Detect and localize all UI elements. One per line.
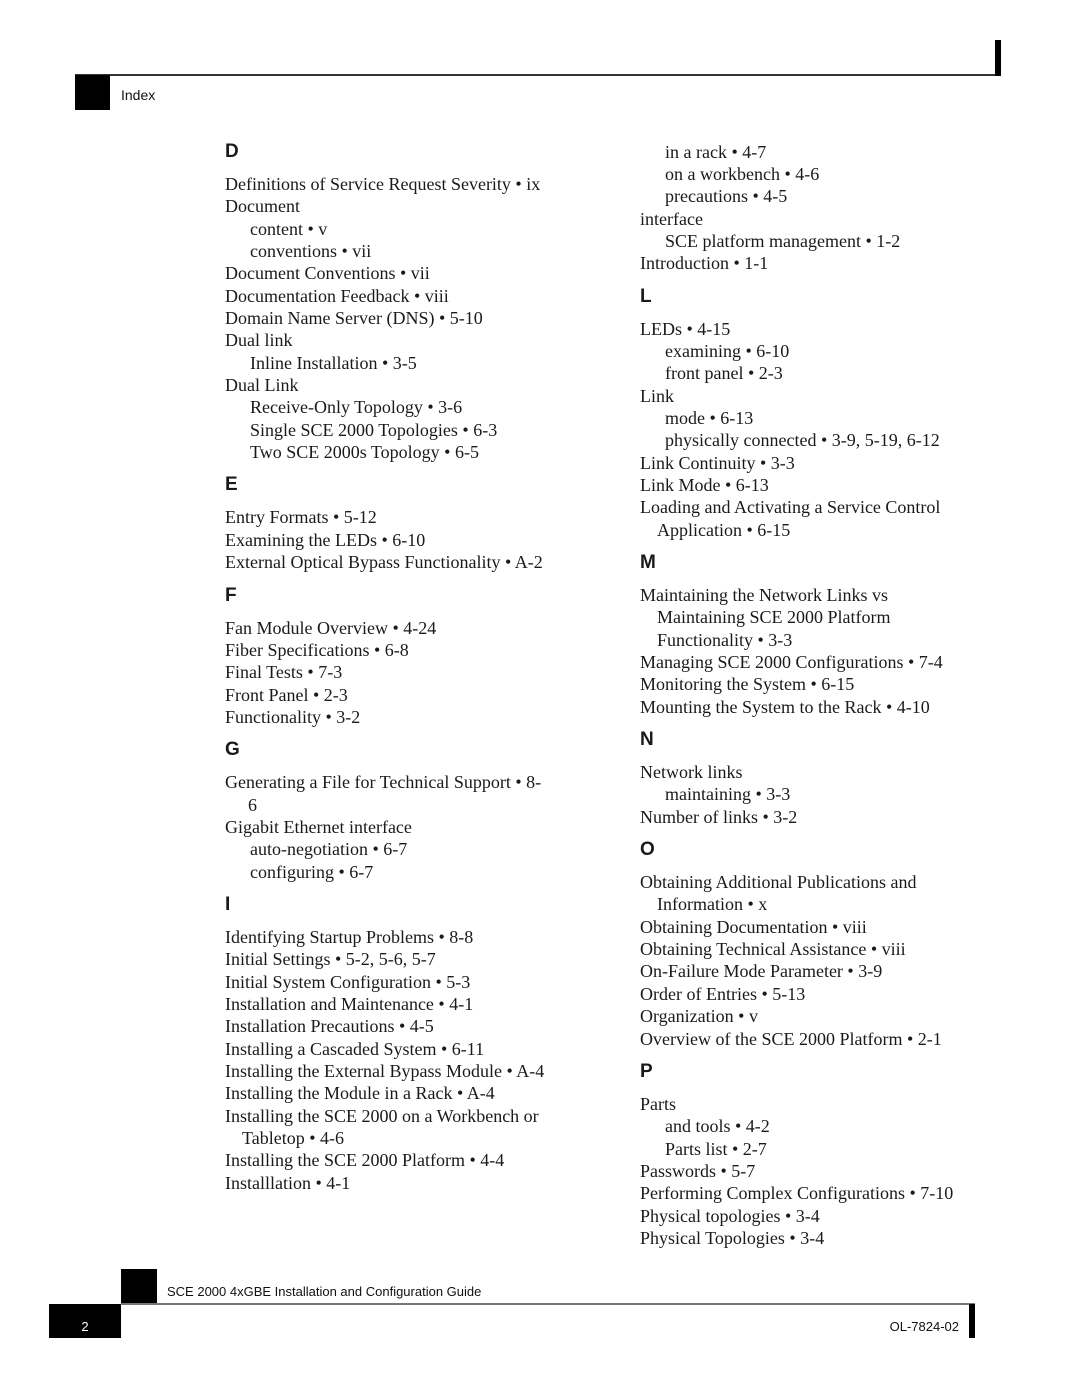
index-entry: Fiber Specifications • 6-8 [225, 639, 409, 660]
index-entry: Entry Formats • 5-12 [225, 507, 377, 528]
index-entry: Obtaining Technical Assistance • viii [640, 939, 906, 960]
index-entry: Obtaining Documentation • viii [640, 916, 867, 937]
footer-marker-upper [121, 1269, 157, 1305]
index-letter-heading: E [225, 474, 238, 496]
index-entry: Order of Entries • 5-13 [640, 983, 806, 1004]
index-subentry: on a workbench • 4-6 [665, 163, 820, 184]
index-letter-heading: L [640, 285, 652, 307]
index-letter-heading: P [640, 1060, 653, 1082]
index-subentry: front panel • 2-3 [665, 363, 783, 384]
index-subentry: Receive-Only Topology • 3-6 [250, 397, 463, 418]
index-subentry: auto-negotiation • 6-7 [250, 839, 408, 860]
index-entry: Gigabit Ethernet interface [225, 816, 412, 837]
index-letter-heading: F [225, 584, 237, 606]
index-letter-heading: M [640, 552, 656, 573]
index-entry: Obtaining Additional Publications and Inf… [640, 872, 917, 915]
index-entry: Documentation Feedback • viii [225, 285, 449, 306]
index-entry: Domain Name Server (DNS) • 5-10 [225, 308, 483, 329]
index-entry: Examining the LEDs • 6-10 [225, 529, 426, 550]
header-edge-bar [995, 40, 1001, 76]
index-entry: Installing the External Bypass Module • … [225, 1061, 545, 1081]
index-subentry: in a rack • 4-7 [665, 141, 767, 162]
header-section-label: Index [121, 87, 156, 103]
index-column-left: D Definitions of Service Request Severity… [225, 140, 605, 1194]
index-subentry: precautions • 4-5 [665, 186, 788, 207]
index-entry: Overview of the SCE 2000 Platform • 2-1 [640, 1028, 942, 1049]
index-entry: interface [640, 208, 703, 229]
index-subentry: and tools • 4-2 [665, 1116, 770, 1137]
index-entry: Loading and Activating a Service Control… [640, 497, 941, 540]
index-entry: Definitions of Service Request Severity … [225, 174, 541, 194]
footer-guide-title: SCE 2000 4xGBE Installation and Configur… [167, 1284, 482, 1299]
index-entry: Network links [640, 762, 743, 783]
index-entry: Initial System Configuration • 5-3 [225, 971, 471, 992]
index-entry: Installation Precautions • 4-5 [225, 1016, 434, 1037]
index-subentry: examining • 6-10 [665, 340, 790, 361]
index-entry: Installing the Module in a Rack • A-4 [225, 1083, 495, 1104]
index-entry: Identifying Startup Problems • 8-8 [225, 926, 474, 947]
index-entry: Document [225, 196, 300, 217]
index-entry: Introduction • 1-1 [640, 253, 769, 274]
index-entry: External Optical Bypass Functionality • … [225, 552, 543, 573]
index-entry: Number of links • 3-2 [640, 806, 798, 827]
index-entry: Installing the SCE 2000 on a Workbench o… [225, 1105, 539, 1149]
index-entry: Organization • v [640, 1006, 758, 1027]
header-rule [75, 74, 1001, 76]
footer-page-number: 2 [81, 1319, 89, 1334]
index-entry: Passwords • 5-7 [640, 1160, 756, 1181]
index-letter-heading: O [640, 839, 655, 861]
index-subentry: mode • 6-13 [665, 407, 754, 428]
index-letter-heading: D [225, 141, 239, 162]
index-subentry: conventions • vii [250, 241, 372, 262]
index-subentry: content • v [250, 218, 328, 239]
index-entry: Fan Module Overview • 4-24 [225, 617, 437, 638]
index-entry: Physical topologies • 3-4 [640, 1205, 820, 1226]
index-entry: Functionality • 3-2 [225, 706, 361, 727]
header-section-marker [75, 75, 110, 110]
index-letter-heading: G [225, 739, 240, 761]
index-entry: Dual link [225, 330, 293, 351]
index-subentry: physically connected • 3-9, 5-19, 6-12 [665, 430, 940, 451]
index-letter-heading: I [225, 893, 231, 915]
index-subentry: Inline Installation • 3-5 [250, 352, 417, 373]
index-entry: Front Panel • 2-3 [225, 684, 348, 705]
index-entry: Parts [640, 1093, 676, 1114]
index-entry: Link [640, 385, 674, 406]
index-entry: Final Tests • 7-3 [225, 662, 343, 683]
index-entry: Installation and Maintenance • 4-1 [225, 993, 474, 1014]
index-entry: On-Failure Mode Parameter • 3-9 [640, 961, 883, 982]
index-subentry: configuring • 6-7 [250, 861, 374, 882]
index-entry: LEDs • 4-15 [640, 318, 731, 339]
index-subentry: SCE platform management • 1-2 [665, 230, 901, 251]
index-entry: Performing Complex Configurations • 7-10 [640, 1183, 954, 1204]
index-letter-heading: N [640, 729, 654, 751]
index-entry: Mounting the System to the Rack • 4-10 [640, 696, 930, 717]
index-entry: Initial Settings • 5-2, 5-6, 5-7 [225, 949, 436, 970]
index-subentry: Single SCE 2000 Topologies • 6-3 [250, 419, 498, 440]
index-entry: Dual Link [225, 375, 299, 396]
index-entry: Managing SCE 2000 Configurations • 7-4 [640, 652, 943, 673]
index-entry: Installlation • 4-1 [225, 1172, 351, 1193]
footer-edge-bar [969, 1304, 975, 1338]
index-entry: Maintaining the Network Links vs Maintain… [640, 585, 891, 650]
index-entry: Physical Topologies • 3-4 [640, 1227, 825, 1248]
footer-rule [121, 1303, 975, 1305]
index-entry: Link Continuity • 3-3 [640, 452, 795, 473]
index-column-right: in a rack • 4-7 on a workbench • 4-6 preca… [640, 141, 1020, 1250]
footer-doc-number: OL-7824-02 [889, 1319, 959, 1334]
index-subentry: Two SCE 2000s Topology • 6-5 [250, 442, 479, 463]
index-subentry: maintaining • 3-3 [665, 784, 791, 805]
index-entry: Installing the SCE 2000 Platform • 4-4 [225, 1150, 505, 1171]
index-subentry: Parts list • 2-7 [665, 1138, 767, 1159]
index-entry: Installing a Cascaded System • 6-11 [225, 1038, 485, 1059]
index-entry: Generating a File for Technical Support … [225, 772, 542, 815]
index-entry: Link Mode • 6-13 [640, 474, 769, 495]
index-entry: Document Conventions • vii [225, 263, 430, 284]
index-entry: Monitoring the System • 6-15 [640, 674, 855, 695]
